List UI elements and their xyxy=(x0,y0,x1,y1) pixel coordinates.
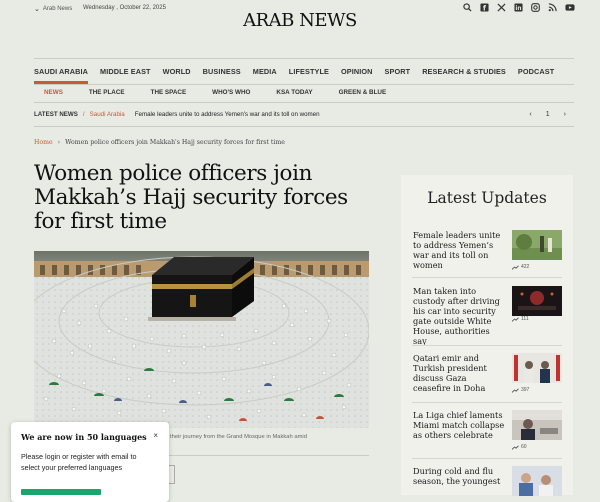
nav-top-divider xyxy=(34,58,574,59)
nav-item-podcast[interactable]: PODCAST xyxy=(518,62,554,82)
nav-item-sport[interactable]: SPORT xyxy=(385,62,411,82)
card-view-count: 60 xyxy=(512,444,527,450)
card-thumbnail[interactable] xyxy=(512,286,562,316)
site-logo[interactable]: ARAB NEWS xyxy=(0,10,600,31)
nav-bottom-divider xyxy=(34,84,574,85)
image-caption: their journey from the Grand Mosque in M… xyxy=(170,434,307,440)
trending-icon xyxy=(512,317,519,322)
ticker-pager: ‹ 1 › xyxy=(529,111,566,118)
nav-item-world[interactable]: WORLD xyxy=(163,62,191,82)
popup-close-button[interactable]: × xyxy=(153,431,158,440)
trending-icon xyxy=(512,445,519,450)
subnav-divider xyxy=(34,102,574,103)
ticker-separator: / xyxy=(82,111,85,118)
article-hero-image xyxy=(34,251,369,428)
nav-item-middle-east[interactable]: MIDDLE EAST xyxy=(100,62,151,82)
card-divider xyxy=(412,345,562,346)
card-view-count: 422 xyxy=(512,264,529,270)
card-title[interactable]: During cold and flu season, the youngest xyxy=(413,466,505,486)
ticker-next-button[interactable]: › xyxy=(564,111,566,118)
card-views: 397 xyxy=(521,387,530,393)
nav-item-business[interactable]: BUSINESS xyxy=(203,62,241,82)
subnav-item-news[interactable]: NEWS xyxy=(44,89,63,96)
subnav-item-the-space[interactable]: THE SPACE xyxy=(151,89,187,96)
card-views: 111 xyxy=(521,316,529,322)
nav-item-lifestyle[interactable]: LIFESTYLE xyxy=(289,62,329,82)
breadcrumb-current: Women police officers join Makkah's Hajj… xyxy=(65,139,285,146)
card-thumbnail[interactable] xyxy=(512,353,562,383)
card-title[interactable]: La Liga chief laments Miami match collap… xyxy=(413,410,505,440)
card-views: 60 xyxy=(521,444,527,450)
subnav-item-the-place[interactable]: THE PLACE xyxy=(89,89,125,96)
popup-body: Please login or register with email to s… xyxy=(21,452,137,472)
trending-icon xyxy=(512,388,519,393)
ticker-headline[interactable]: Female leaders unite to address Yemen's … xyxy=(135,111,320,118)
card-thumbnail[interactable] xyxy=(512,410,562,440)
breadcrumb: Home › Women police officers join Makkah… xyxy=(34,139,285,146)
main-nav: SAUDI ARABIA MIDDLE EAST WORLD BUSINESS … xyxy=(34,62,574,84)
trending-icon xyxy=(512,265,519,270)
card-divider xyxy=(412,458,562,459)
card-view-count: 397 xyxy=(512,387,529,393)
card-title[interactable]: Qatari emir and Turkish president discus… xyxy=(413,353,505,393)
card-thumbnail[interactable] xyxy=(512,230,562,260)
ticker-divider xyxy=(34,126,574,127)
language-popup: We are now in 50 languages × Please logi… xyxy=(11,422,169,502)
ticker-page-number: 1 xyxy=(545,111,550,118)
sub-nav: NEWS THE PLACE THE SPACE WHO'S WHO KSA T… xyxy=(44,89,412,96)
article-title: Women police officers join Makkah’s Hajj… xyxy=(34,161,348,234)
card-divider xyxy=(412,402,562,403)
card-divider xyxy=(412,277,562,278)
card-title[interactable]: Man taken into custody after driving his… xyxy=(413,286,505,346)
latest-updates-sidebar: Latest Updates Female leaders unite to a… xyxy=(401,175,573,496)
ticker-prev-button[interactable]: ‹ xyxy=(529,111,531,118)
popup-heading: We are now in 50 languages xyxy=(21,432,147,442)
nav-item-saudi-arabia[interactable]: SAUDI ARABIA xyxy=(34,62,89,84)
sidebar-title: Latest Updates xyxy=(427,189,547,207)
subnav-item-green-blue[interactable]: GREEN & BLUE xyxy=(339,89,387,96)
card-view-count: 111 xyxy=(512,316,529,322)
nav-item-media[interactable]: MEDIA xyxy=(253,62,277,82)
nav-item-research-studies[interactable]: RESEARCH & STUDIES xyxy=(422,62,506,82)
breadcrumb-home[interactable]: Home xyxy=(34,139,53,146)
card-thumbnail[interactable] xyxy=(512,466,562,496)
subnav-item-whos-who[interactable]: WHO'S WHO xyxy=(212,89,250,96)
latest-news-label: LATEST NEWS xyxy=(34,111,78,118)
card-views: 422 xyxy=(521,264,530,270)
card-title[interactable]: Female leaders unite to address Yemen’s … xyxy=(413,230,505,270)
latest-news-ticker: LATEST NEWS / Saudi Arabia Female leader… xyxy=(34,111,574,118)
subnav-item-ksa-today[interactable]: KSA TODAY xyxy=(276,89,312,96)
ticker-section[interactable]: Saudi Arabia xyxy=(90,111,125,118)
breadcrumb-separator: › xyxy=(57,139,61,146)
nav-item-opinion[interactable]: OPINION xyxy=(341,62,373,82)
